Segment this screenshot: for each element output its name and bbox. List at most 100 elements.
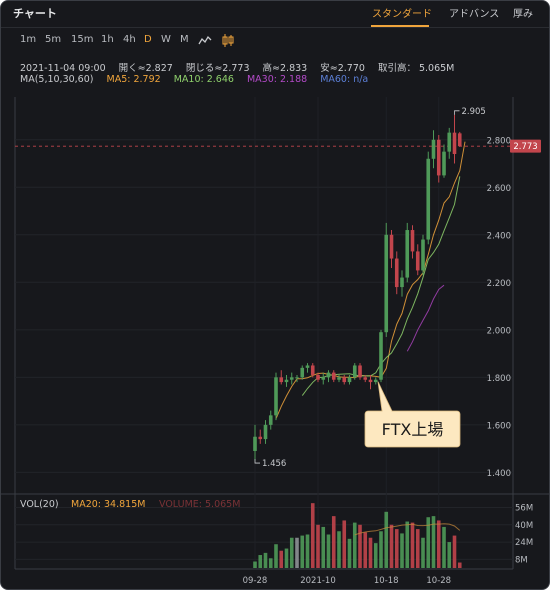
time-tick-label: 2021-10 xyxy=(300,576,336,586)
candle-body xyxy=(331,372,336,380)
volume-bar xyxy=(274,544,278,568)
volume-bar xyxy=(400,533,404,568)
volume-bar xyxy=(384,511,389,568)
price-tick-label: 2.200 xyxy=(487,279,511,289)
volume-tick-label: 24M xyxy=(515,538,533,548)
high-marker-label: 2.905 xyxy=(462,107,486,117)
candle-body xyxy=(363,377,368,380)
candlestick-chart[interactable]: 1.400 1.600 1.800 2.000 2.200 2.400 2.600 2.800… xyxy=(1,1,549,589)
candle-body xyxy=(310,365,315,375)
price-tick-label: 1.800 xyxy=(487,374,511,384)
candle-body xyxy=(305,365,310,368)
price-tick-label: 2.800 xyxy=(487,136,511,146)
candle-body xyxy=(442,151,446,176)
volume-bar xyxy=(436,520,441,568)
volume-bar xyxy=(337,531,341,568)
volume-bar xyxy=(347,538,352,568)
candle-body xyxy=(268,415,273,425)
candle-body xyxy=(452,132,457,155)
candle-body xyxy=(326,372,331,378)
price-tick-label: 1.600 xyxy=(487,421,511,431)
candle-body xyxy=(379,332,383,380)
price-tick-label: 2.400 xyxy=(487,231,511,241)
candle-body xyxy=(457,133,462,147)
volume-tick-label: 56M xyxy=(515,503,533,513)
candle-body xyxy=(347,377,352,383)
volume-bar xyxy=(379,531,383,568)
candle-body xyxy=(263,424,268,440)
volume-bar xyxy=(389,524,394,568)
candle-body xyxy=(389,234,394,259)
candle-body xyxy=(352,365,357,378)
volume-bar xyxy=(253,561,257,568)
candle-body xyxy=(405,230,410,278)
volume-bar xyxy=(342,520,347,568)
volume-bar xyxy=(279,550,284,568)
volume-bar xyxy=(405,521,410,568)
price-tick-label: 2.000 xyxy=(487,326,511,336)
volume-bar xyxy=(258,555,263,568)
annotation-pointer xyxy=(377,381,393,412)
candle-body xyxy=(316,374,320,380)
volume-bar xyxy=(316,524,320,568)
volume-bar xyxy=(373,543,378,568)
volume-bar xyxy=(447,542,452,568)
volume-bar xyxy=(442,526,446,568)
volume-bar xyxy=(410,522,415,568)
volume-tick-label: 40M xyxy=(515,521,533,531)
vol-ma20-value: MA20: 34.815M xyxy=(71,499,145,510)
volume-bar xyxy=(326,534,331,568)
candle-body xyxy=(342,377,347,383)
volume-bar xyxy=(263,552,268,568)
candle-body xyxy=(295,377,299,379)
volume-bar xyxy=(305,534,310,568)
low-marker-pointer xyxy=(254,459,260,464)
volume-bar xyxy=(352,522,357,568)
volume-bar xyxy=(295,537,299,568)
volume-bar xyxy=(452,535,457,568)
candle-body xyxy=(421,239,425,271)
volume-bar xyxy=(457,562,462,568)
candle-body xyxy=(426,158,431,240)
price-tick-label: 2.600 xyxy=(487,184,511,194)
candle-body xyxy=(415,251,420,271)
time-tick-label: 09-28 xyxy=(243,576,268,586)
time-tick-label: 10-28 xyxy=(426,576,451,586)
candle-body xyxy=(300,367,305,378)
candle-body xyxy=(431,139,436,159)
time-tick-label: 10-18 xyxy=(374,576,399,586)
volume-tick-label: 8M xyxy=(515,555,528,565)
volume-bar xyxy=(289,537,294,568)
candle-body xyxy=(394,258,399,288)
volume-bar xyxy=(310,503,315,568)
candle-body xyxy=(279,377,284,383)
annotation-text: FTX上場 xyxy=(382,420,444,439)
candle-body xyxy=(321,377,326,380)
volume-bar xyxy=(363,532,368,568)
high-marker-pointer xyxy=(454,110,460,115)
vol-volume-value: VOLUME: 5.065M xyxy=(159,499,240,510)
candle-body xyxy=(447,132,452,152)
volume-bar xyxy=(368,537,373,568)
chart-window: チャート スタンダード アドバンス 厚み 1m 5m 15m 1h 4h D W… xyxy=(0,0,550,590)
volume-bar xyxy=(284,548,289,568)
candle-body xyxy=(436,139,441,176)
candle-body xyxy=(358,365,362,378)
volume-bar xyxy=(421,537,425,568)
low-marker-label: 1.456 xyxy=(262,459,286,469)
vol-label: VOL(20) xyxy=(20,499,59,510)
volume-bar xyxy=(321,526,326,568)
candle-body xyxy=(253,436,257,451)
candle-body xyxy=(289,377,294,380)
candle-body xyxy=(384,234,389,333)
volume-bar xyxy=(415,529,420,568)
candle-body xyxy=(400,277,404,288)
volume-bar xyxy=(394,529,399,568)
candle-body xyxy=(274,377,278,416)
volume-bar xyxy=(268,558,273,568)
last-price-label: 2.773 xyxy=(513,142,537,152)
candle-body xyxy=(368,379,373,383)
volume-bar xyxy=(358,524,362,568)
volume-bar xyxy=(300,535,305,568)
candle-body xyxy=(284,379,289,383)
